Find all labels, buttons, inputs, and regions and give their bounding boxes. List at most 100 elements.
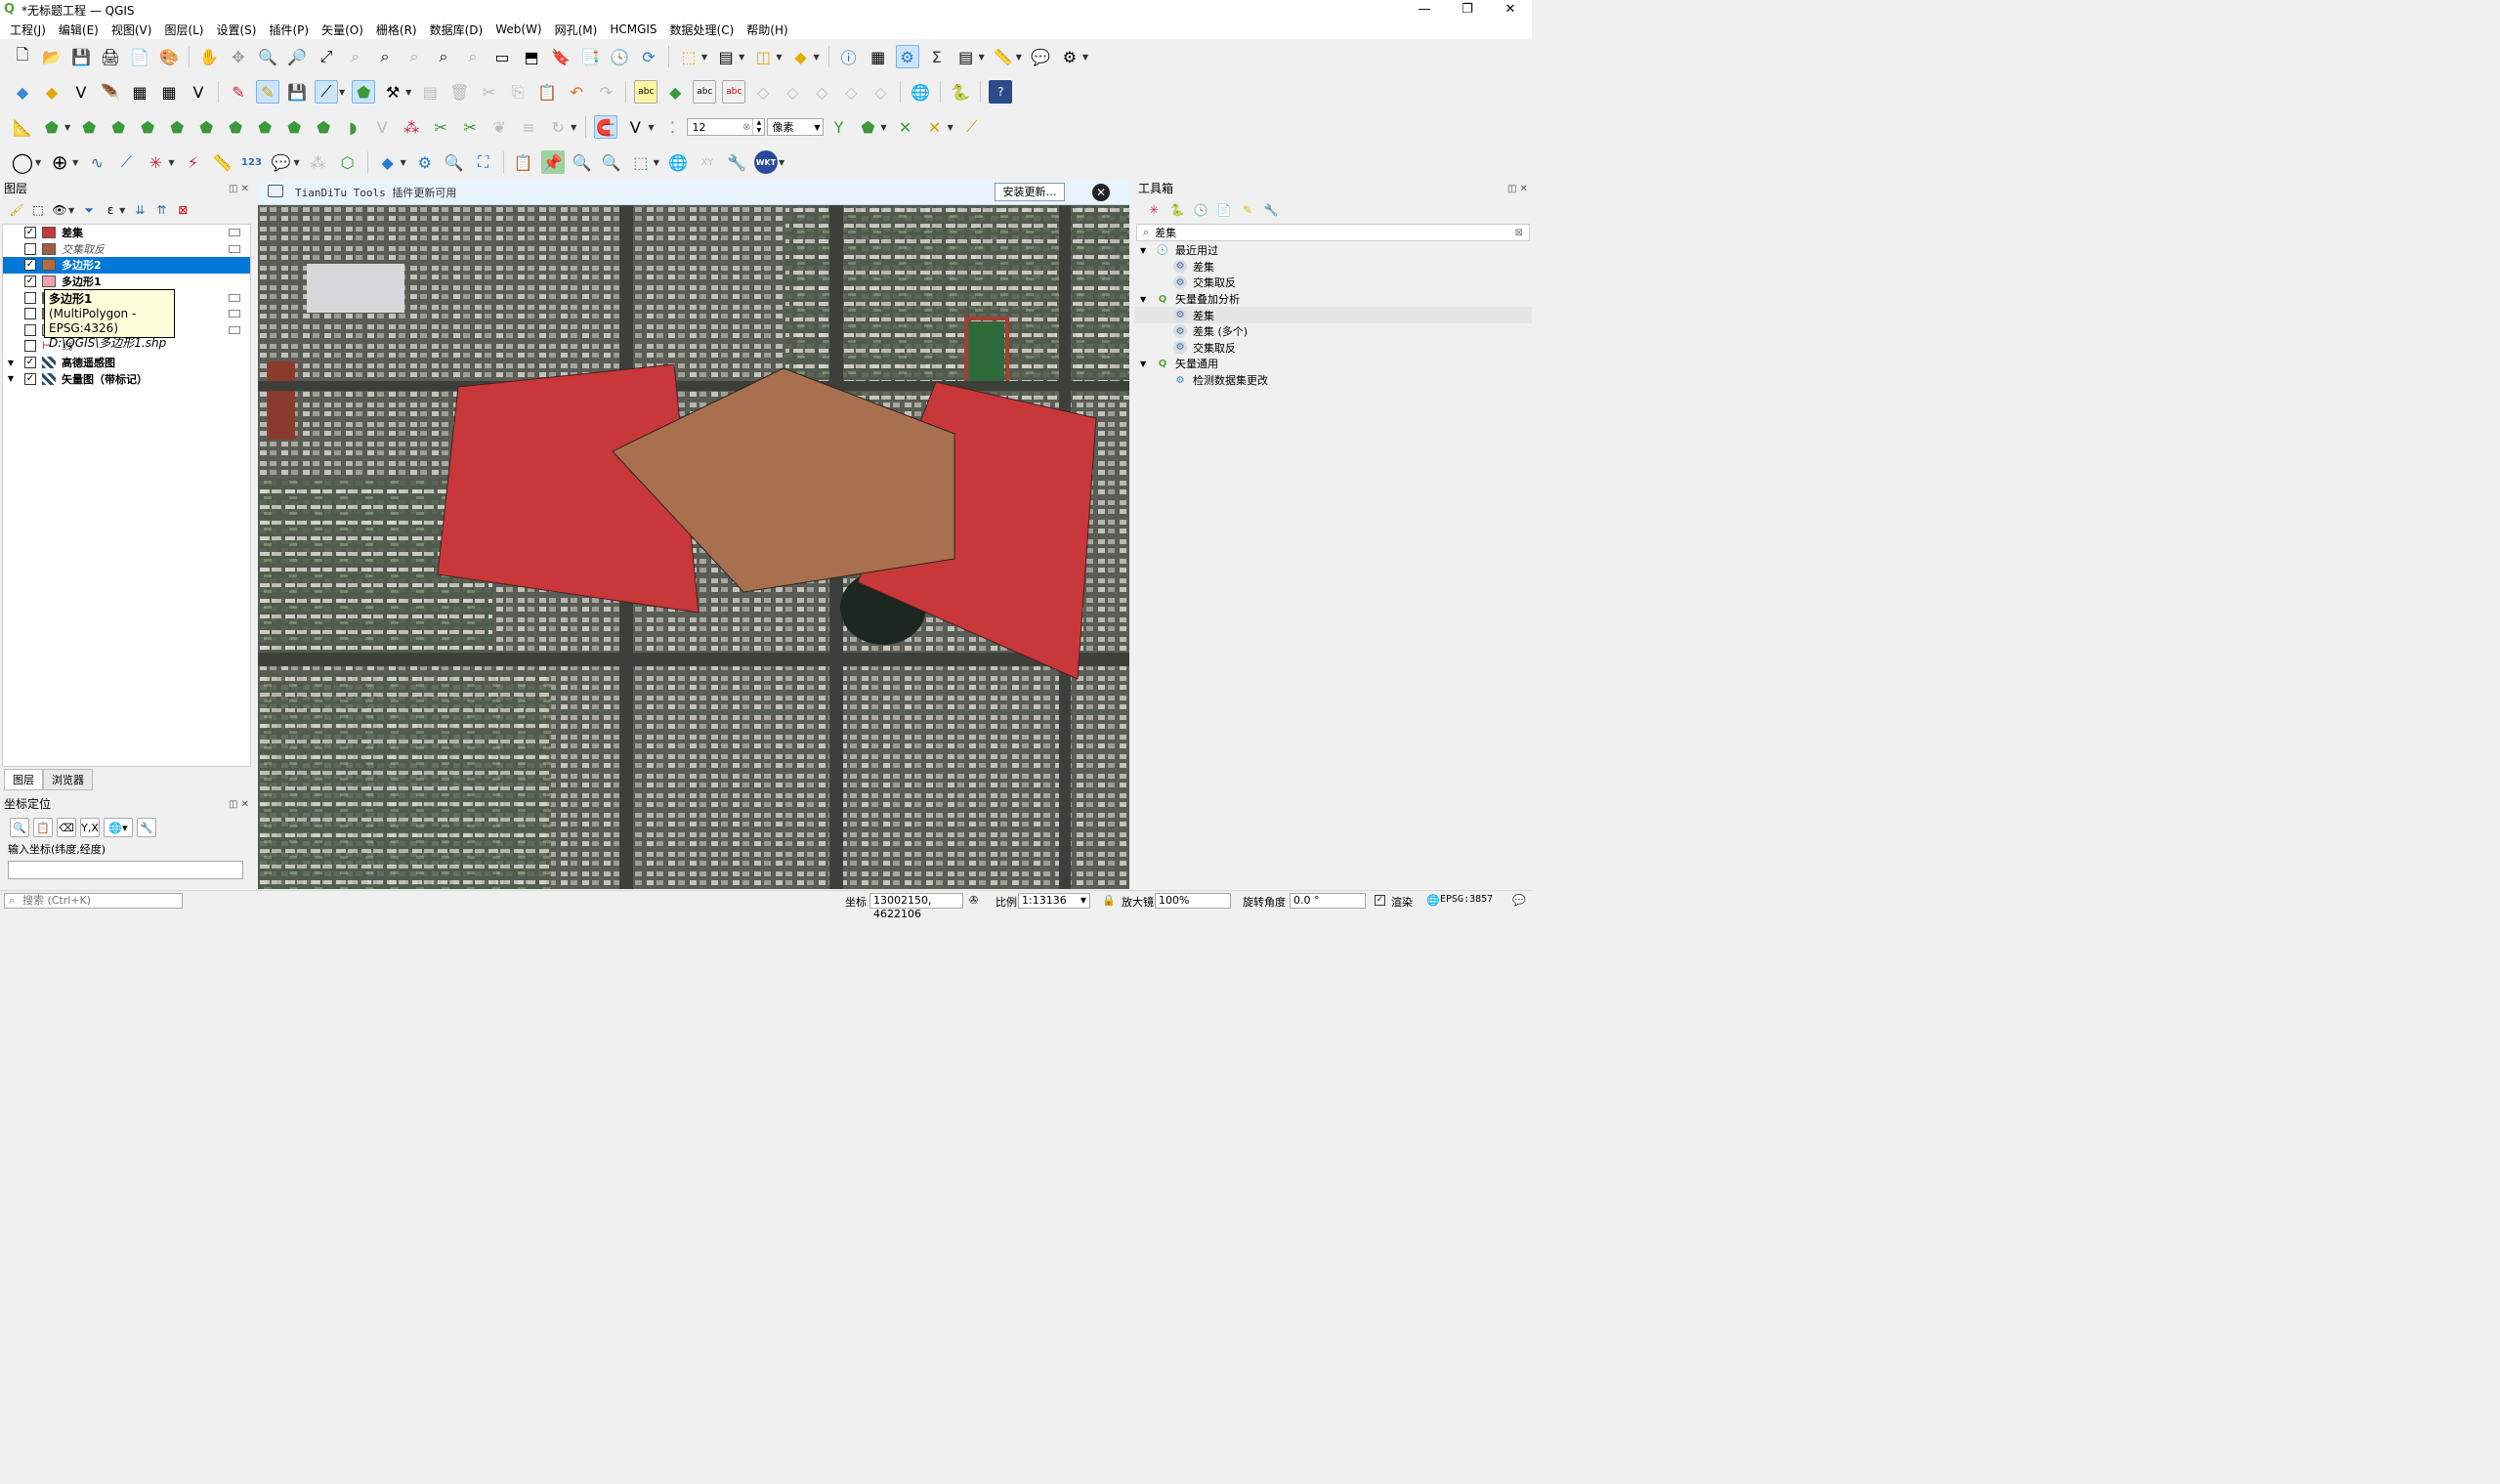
scripts-icon[interactable]: 🐍 — [1168, 201, 1186, 219]
add-wms-icon[interactable]: ▦ — [128, 80, 151, 104]
dropdown-arrow[interactable]: ▼ — [779, 158, 784, 167]
menu-item[interactable]: 帮助(H) — [746, 21, 787, 38]
layer-visibility-checkbox[interactable]: ✓ — [24, 357, 36, 369]
layout-manager-icon[interactable]: 📄 — [128, 45, 151, 68]
layer-symbol-swatch[interactable] — [42, 276, 56, 288]
zoom-last-icon[interactable]: ⌕ — [432, 45, 455, 68]
messages-icon[interactable]: 💬 — [1512, 894, 1526, 907]
dropdown-arrow[interactable]: ▼ — [648, 123, 654, 132]
dropdown-arrow[interactable]: ▼ — [35, 158, 41, 167]
copy-features-icon[interactable]: ⎘ — [506, 80, 530, 104]
dropdown-arrow[interactable]: ▼ — [654, 158, 659, 167]
search-globe-icon[interactable]: 🔍 — [443, 150, 466, 174]
toolbox-algorithm[interactable]: ⚙ 差集 — [1134, 307, 1532, 323]
close-bar-icon[interactable]: ✕ — [1092, 184, 1110, 201]
layer-row[interactable]: ✓ 多边形2 — [3, 257, 250, 274]
layer-visibility-checkbox[interactable] — [24, 323, 36, 336]
self-snapping-icon[interactable]: ✕ — [894, 115, 917, 139]
pin-tool-icon[interactable]: 📌 — [540, 150, 565, 174]
toolbox-search-input[interactable]: ⌕ 差集 ⊠ — [1136, 224, 1530, 241]
highlight-pinned-icon[interactable]: ◇ — [751, 80, 775, 104]
dropdown-arrow[interactable]: ▼ — [739, 53, 744, 62]
style-manager-icon[interactable]: 🎨 — [157, 45, 181, 68]
temporary-layer-icon[interactable] — [229, 310, 240, 318]
toolbox-algorithm[interactable]: ⚙ 差集 — [1134, 259, 1532, 276]
panel-float-close-icon[interactable]: ◫ ✕ — [229, 182, 249, 197]
settings-wrench-icon[interactable]: 🔧 — [137, 818, 156, 837]
spin-arrows-icon[interactable]: ▲ ▼ — [752, 119, 764, 135]
expand-arrow-icon[interactable]: ▼ — [5, 374, 17, 383]
dropdown-arrow[interactable]: ▼ — [1016, 53, 1022, 62]
expand-arrow-icon[interactable]: ▼ — [5, 359, 17, 367]
offset-point-symbols-icon[interactable]: ⁂ — [400, 115, 423, 139]
advanced-digitizing-icon[interactable]: 📐 — [11, 115, 34, 139]
menu-item[interactable]: 编辑(E) — [59, 21, 99, 38]
zoom-extent-icon[interactable]: ⛶ — [472, 150, 495, 174]
add-ring-icon[interactable]: ⬟ — [40, 115, 64, 139]
clear-icon[interactable]: ⊗ — [742, 122, 750, 133]
add-group-icon[interactable]: ⬚ — [29, 201, 47, 219]
new-project-icon[interactable]: 🗋 — [11, 45, 34, 68]
layer-symbol-swatch[interactable] — [42, 242, 56, 255]
layer-row[interactable]: 交集取反 — [3, 241, 250, 258]
zoom-selection-icon[interactable]: ⌕ — [344, 45, 367, 68]
dropdown-arrow[interactable]: ▼ — [68, 206, 74, 215]
add-delimited-text-icon[interactable]: V — [69, 80, 93, 104]
current-edits-icon[interactable]: ✎ — [227, 80, 250, 104]
menu-item[interactable]: 视图(V) — [111, 21, 152, 38]
menu-item[interactable]: 网孔(M) — [555, 21, 598, 38]
dropdown-arrow[interactable]: ▼ — [168, 158, 174, 167]
save-project-icon[interactable]: 💾 — [69, 45, 93, 68]
zoom-next-icon[interactable]: ⌕ — [461, 45, 485, 68]
expand-arrow-icon[interactable]: ▼ — [1140, 246, 1152, 255]
pan-to-selection-icon[interactable]: ✥ — [227, 45, 250, 68]
xy-tool-icon[interactable]: XY — [696, 150, 719, 174]
open-project-icon[interactable]: 📂 — [40, 45, 64, 68]
zoom-full-icon[interactable]: ⤢ — [315, 45, 338, 68]
layer-visibility-checkbox[interactable] — [24, 242, 36, 255]
yx-order-button[interactable]: Y,X — [80, 818, 100, 837]
temporary-layer-icon[interactable] — [229, 293, 240, 302]
menu-item[interactable]: 设置(S) — [217, 21, 257, 38]
add-raster-layer-icon[interactable]: ◆ — [40, 80, 64, 104]
rotate-features-icon[interactable]: ≡ — [517, 115, 540, 139]
locator-icon[interactable]: ⚙ — [1058, 45, 1081, 68]
lock-scale-icon[interactable]: 🔒 — [1102, 894, 1116, 907]
network-tool-icon[interactable]: ⬡ — [336, 150, 360, 174]
change-label-icon[interactable]: ◇ — [839, 80, 863, 104]
toolbox-group[interactable]: ▼ Q 矢量叠加分析 — [1134, 291, 1532, 308]
add-spatialite-icon[interactable]: 🪶 — [99, 80, 122, 104]
profile-tool-icon[interactable]: ⚡ — [181, 150, 204, 174]
filter-expression-icon[interactable]: ε — [102, 201, 119, 219]
panel-float-close-icon[interactable]: ◫ ✕ — [229, 797, 249, 813]
dropdown-arrow[interactable]: ▼ — [948, 123, 953, 132]
dropdown-arrow[interactable]: ▼ — [405, 88, 411, 97]
wrench-icon[interactable]: 🔧 — [725, 150, 748, 174]
layer-visibility-checkbox[interactable]: ✓ — [24, 259, 36, 272]
trim-extend-icon[interactable]: ✂ — [429, 115, 452, 139]
dropdown-arrow[interactable]: ▼ — [401, 158, 406, 167]
settings-gear-icon[interactable]: ⚙ — [413, 150, 437, 174]
remove-layer-icon[interactable]: ⊠ — [174, 201, 191, 219]
dropdown-arrow[interactable]: ▼ — [571, 123, 576, 132]
enable-tracing-icon[interactable]: ⟋ — [960, 115, 984, 139]
rotate-label-icon[interactable]: ◇ — [810, 80, 833, 104]
xy-curve-icon[interactable]: ∿ — [85, 150, 108, 174]
offset-curve-icon[interactable]: ⬟ — [165, 115, 189, 139]
numbering-tool-icon[interactable]: 123 — [239, 150, 263, 174]
cut-features-icon[interactable]: ✂ — [477, 80, 500, 104]
delete-ring-icon[interactable]: ⬟ — [194, 115, 218, 139]
modify-attributes-icon[interactable]: ▤ — [418, 80, 442, 104]
toolbox-group[interactable]: ▼ Q 矢量通用 — [1134, 356, 1532, 372]
vertex-tool-icon[interactable]: ⚒ — [381, 80, 404, 104]
python-console-icon[interactable]: 🐍 — [949, 80, 972, 104]
snap-intersection-icon[interactable]: ⬟ — [856, 115, 879, 139]
menu-item[interactable]: HCMGIS — [610, 22, 657, 36]
multi-zoom-icon[interactable]: 🔍 — [600, 150, 623, 174]
layer-symbol-swatch[interactable] — [42, 259, 56, 272]
pin-labels-icon[interactable]: abc — [722, 80, 746, 104]
geocoder-icon[interactable]: 🌐 — [909, 80, 932, 104]
redo-icon[interactable]: ↷ — [594, 80, 617, 104]
coord-input-field[interactable] — [8, 861, 243, 879]
paste-features-icon[interactable]: 📋 — [535, 80, 559, 104]
